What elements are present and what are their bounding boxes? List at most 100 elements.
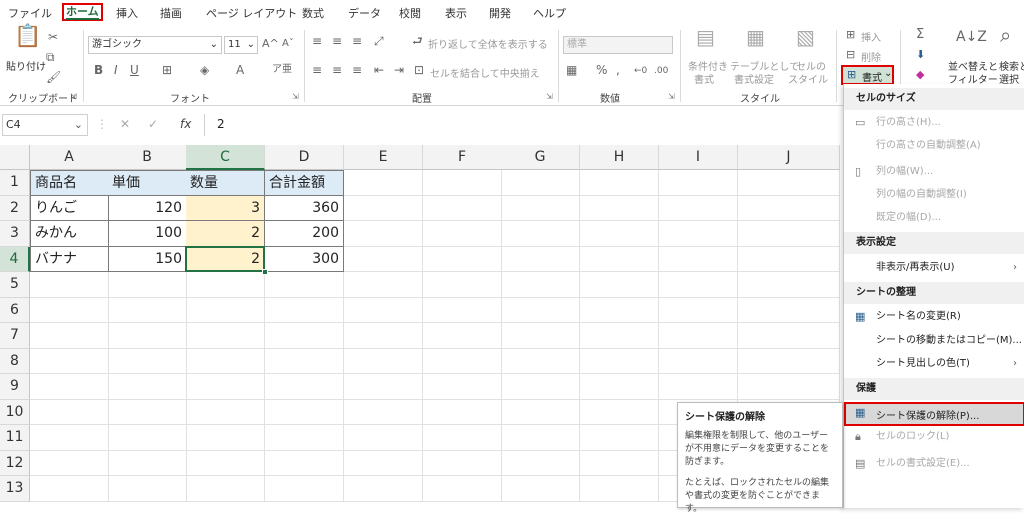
currency-icon[interactable]: ▦	[566, 63, 577, 77]
cell-styles-label-2[interactable]: スタイル	[788, 71, 828, 86]
row-header[interactable]: 1	[0, 170, 30, 196]
grid-cell[interactable]	[580, 221, 659, 247]
delete-cells-icon[interactable]: ⊟	[846, 48, 855, 62]
grid-cell[interactable]	[501, 246, 580, 272]
grid-cell[interactable]	[501, 399, 580, 425]
format-as-table-label-2[interactable]: 書式設定	[734, 71, 774, 86]
grid-cell[interactable]	[30, 399, 109, 425]
table-header-cell[interactable]: 合計金額	[265, 170, 344, 196]
grid-cell[interactable]	[659, 195, 738, 221]
menu-item-format-cells[interactable]: ▤ セルの書式設定(E)...	[844, 453, 1024, 475]
grid-cell[interactable]	[580, 476, 659, 502]
grid-cell[interactable]	[108, 272, 187, 298]
increase-decimal-icon[interactable]: ←0	[634, 64, 647, 78]
grid-cell[interactable]	[738, 297, 840, 323]
grid-cell[interactable]	[265, 425, 344, 451]
alignment-launcher-icon[interactable]: ⇲	[546, 92, 553, 101]
table-header-cell[interactable]: 単価	[108, 170, 187, 196]
grid-cell[interactable]	[186, 323, 265, 349]
clipboard-launcher-icon[interactable]: ⇲	[70, 92, 77, 101]
grid-cell[interactable]	[659, 348, 738, 374]
grid-cell[interactable]	[423, 399, 502, 425]
row-header[interactable]: 13	[0, 476, 30, 502]
delete-cells-button[interactable]: 削除	[861, 49, 881, 64]
row-header[interactable]: 4	[0, 246, 30, 272]
grid-cell[interactable]	[580, 297, 659, 323]
grid-cell[interactable]	[580, 374, 659, 400]
align-center-icon[interactable]: ≡	[332, 63, 342, 77]
column-header[interactable]: D	[265, 145, 344, 170]
wrap-text-icon[interactable]: ⮐	[412, 34, 423, 48]
grid-cell[interactable]	[186, 348, 265, 374]
table-cell[interactable]: 200	[265, 221, 344, 247]
grid-cell[interactable]	[738, 221, 840, 247]
align-right-icon[interactable]: ≡	[352, 63, 362, 77]
grid-cell[interactable]	[423, 170, 502, 196]
grid-cell[interactable]	[344, 323, 423, 349]
grid-cell[interactable]	[186, 425, 265, 451]
comma-icon[interactable]: ,	[616, 63, 620, 77]
font-color-icon[interactable]: A	[236, 63, 244, 77]
fill-handle[interactable]	[262, 269, 268, 275]
grid-cell[interactable]	[580, 399, 659, 425]
paste-icon[interactable]: 📋	[14, 26, 41, 48]
grid-cell[interactable]	[108, 476, 187, 502]
menu-item-autofit-column[interactable]: 列の幅の自動調整(I)	[844, 184, 1024, 206]
grid-cell[interactable]	[344, 272, 423, 298]
column-header[interactable]: H	[580, 145, 659, 170]
grid-cell[interactable]	[423, 246, 502, 272]
grid-cell[interactable]	[344, 374, 423, 400]
grid-cell[interactable]	[344, 195, 423, 221]
table-cell[interactable]: 2	[186, 221, 265, 247]
table-cell[interactable]: バナナ	[30, 246, 109, 272]
grid-cell[interactable]	[30, 297, 109, 323]
grid-cell[interactable]	[344, 425, 423, 451]
paste-button[interactable]: 貼り付け	[6, 58, 46, 73]
table-cell[interactable]: 300	[265, 246, 344, 272]
grid-cell[interactable]	[186, 374, 265, 400]
clear-icon[interactable]: ◆	[916, 68, 924, 82]
row-header[interactable]: 12	[0, 450, 30, 476]
decrease-decimal-icon[interactable]: .00	[654, 64, 668, 78]
grid-cell[interactable]	[423, 221, 502, 247]
grid-cell[interactable]	[423, 374, 502, 400]
menu-item-lock-cell[interactable]: 🔒︎ セルのロック(L)	[844, 426, 1024, 448]
table-cell[interactable]: 3	[186, 195, 265, 221]
underline-icon[interactable]: U	[130, 63, 139, 77]
row-header[interactable]: 2	[0, 195, 30, 221]
grid-cell[interactable]	[265, 272, 344, 298]
tab-draw[interactable]: 描画	[160, 5, 182, 23]
column-header[interactable]: E	[344, 145, 423, 170]
cut-icon[interactable]: ✂	[48, 30, 58, 44]
menu-item-hide-unhide[interactable]: 非表示/再表示(U) ›	[844, 257, 1024, 279]
tab-page-layout[interactable]: ページ レイアウト	[206, 5, 297, 23]
font-launcher-icon[interactable]: ⇲	[292, 92, 299, 101]
insert-function-icon[interactable]: fx	[180, 117, 191, 131]
table-cell[interactable]: りんご	[30, 195, 109, 221]
grid-cell[interactable]	[108, 450, 187, 476]
grid-cell[interactable]	[580, 195, 659, 221]
merge-center-button[interactable]: セルを結合して中央揃え	[430, 65, 540, 80]
tab-review[interactable]: 校閲	[399, 5, 421, 23]
grid-cell[interactable]	[501, 425, 580, 451]
grid-cell[interactable]	[738, 348, 840, 374]
grid-cell[interactable]	[186, 476, 265, 502]
bold-icon[interactable]: B	[94, 63, 103, 77]
grid-cell[interactable]	[108, 323, 187, 349]
copy-icon[interactable]: ⧉	[46, 50, 55, 64]
grid-cell[interactable]	[738, 170, 840, 196]
grid-cell[interactable]	[580, 425, 659, 451]
insert-cells-icon[interactable]: ⊞	[846, 28, 855, 42]
row-header[interactable]: 6	[0, 297, 30, 323]
grid-cell[interactable]	[30, 374, 109, 400]
align-top-icon[interactable]: ≡	[312, 34, 322, 48]
column-header[interactable]: C	[186, 145, 265, 170]
grid-cell[interactable]	[30, 476, 109, 502]
row-header[interactable]: 10	[0, 399, 30, 425]
phonetic-icon[interactable]: ア亜	[272, 63, 292, 77]
increase-font-icon[interactable]: A^	[262, 37, 279, 51]
tab-help[interactable]: ヘルプ	[533, 5, 566, 23]
italic-icon[interactable]: I	[114, 63, 118, 77]
tab-formulas[interactable]: 数式	[302, 5, 324, 23]
cancel-icon[interactable]: ✕	[120, 117, 130, 131]
